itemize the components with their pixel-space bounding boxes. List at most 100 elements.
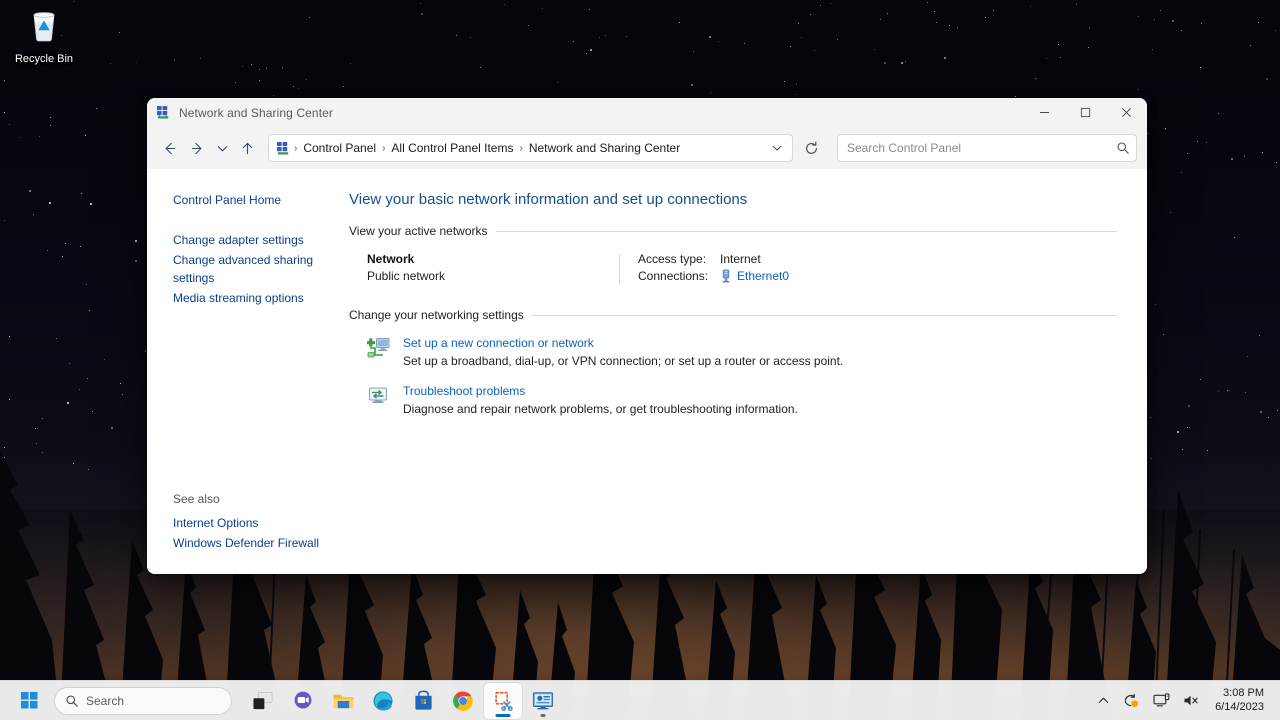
clock-date: 6/14/2023 [1215,700,1264,713]
sidebar-item-change-advanced-sharing-settings[interactable]: Change advanced sharing settings [173,251,333,287]
taskbar-tray: 3:08 PM 6/14/2023 [1091,685,1280,717]
chevron-up-icon [1098,697,1109,703]
volume-button[interactable] [1177,685,1206,717]
taskbar-item-chat[interactable] [284,683,322,719]
setting-item-body: Set up a new connection or network Set u… [403,336,1117,368]
clock-time: 3:08 PM [1223,686,1264,699]
network-sharing-center-icon [156,105,171,120]
address-bar[interactable]: › Control Panel › All Control Panel Item… [268,134,793,162]
setting-item-body: Troubleshoot problems Diagnose and repai… [403,384,1117,416]
recycle-bin-label: Recycle Bin [14,53,74,65]
ethernet-adapter-icon [720,269,732,283]
network-sharing-center-window[interactable]: Network and Sharing Center › Control Pan… [147,98,1147,574]
setting-item-title[interactable]: Troubleshoot problems [403,384,525,398]
network-name: Network [367,252,415,266]
up-button[interactable] [233,134,261,162]
chrome-icon [453,690,473,711]
snipping-tool-icon [495,691,513,711]
see-also-item-internet-options[interactable]: Internet Options [173,514,258,532]
networking-settings-heading-text: Change your networking settings [349,308,524,322]
close-button[interactable] [1106,98,1147,127]
address-bar-chevron-down-icon[interactable] [764,136,790,160]
troubleshoot-icon [367,384,403,416]
refresh-icon[interactable] [797,134,825,162]
access-type-value: Internet [720,252,761,266]
display-settings-button[interactable] [1147,685,1176,717]
new-connection-icon [366,336,403,368]
search-control-panel-input[interactable]: Search Control Panel [837,134,1137,162]
maximize-button[interactable] [1065,98,1106,127]
search-icon [65,694,79,708]
window-titlebar[interactable]: Network and Sharing Center [147,98,1147,127]
window-controls [1024,98,1147,127]
taskbar-clock[interactable]: 3:08 PM 6/14/2023 [1207,687,1270,715]
taskbar-item-control-panel[interactable] [524,683,562,719]
taskbar-search-box[interactable]: Search [54,686,232,715]
back-button[interactable] [155,134,183,162]
desktop[interactable]: Recycle Bin Network and Sharing Center ›… [0,0,1280,720]
recent-locations-chevron-down-icon[interactable] [211,134,233,162]
connections-row: Connections: Ethernet0 [638,269,789,283]
taskbar-item-file-explorer[interactable] [324,683,362,719]
forward-button[interactable] [183,134,211,162]
sidebar-item-control-panel-home[interactable]: Control Panel Home [173,191,281,209]
recycle-bin-icon [33,12,55,42]
taskbar-apps [244,682,562,719]
taskbar-left: Search [0,684,232,718]
edge-icon [373,690,393,711]
taskbar-item-task-view[interactable] [244,683,282,719]
minimize-button[interactable] [1024,98,1065,127]
active-networks-heading-text: View your active networks [349,224,488,238]
see-also-item-windows-defender-firewall[interactable]: Windows Defender Firewall [173,534,319,552]
setting-item-troubleshoot-problems[interactable]: Troubleshoot problems Diagnose and repai… [349,384,1117,416]
sidebar-item-change-adapter-settings[interactable]: Change adapter settings [173,231,304,249]
active-networks-panel: Network Public network Access type: Inte… [349,252,1117,286]
taskbar-search-placeholder: Search [86,693,125,708]
setting-item-description: Diagnose and repair network problems, or… [403,402,798,416]
window-body: Control Panel Home Change adapter settin… [147,169,1147,574]
window-toolbar[interactable]: › Control Panel › All Control Panel Item… [147,127,1147,169]
setting-item-set-up-new-connection[interactable]: Set up a new connection or network Set u… [349,336,1117,368]
connections-label: Connections: [638,269,709,283]
section-rule [531,314,1117,316]
active-network-details: Access type: Internet Connections: Ether… [620,252,789,286]
networking-settings-heading: Change your networking settings [349,308,1117,322]
network-status-button[interactable] [1117,685,1146,717]
see-also-heading: See also [173,492,220,506]
network-type: Public network [367,269,446,283]
breadcrumb-item-control-panel[interactable]: Control Panel [298,138,381,158]
connections-value-link[interactable]: Ethernet0 [737,269,789,283]
start-button[interactable] [12,684,46,718]
setting-item-description: Set up a broadband, dial-up, or VPN conn… [403,354,844,368]
chat-icon [294,691,312,709]
search-icon [1116,141,1130,155]
sidebar-item-media-streaming-options[interactable]: Media streaming options [173,289,304,307]
recycle-bin[interactable]: Recycle Bin [8,6,80,65]
window-title: Network and Sharing Center [179,105,334,120]
store-icon [414,690,432,710]
taskbar-item-store[interactable] [404,683,442,719]
main-content: View your basic network information and … [343,169,1147,574]
network-icon [1124,693,1139,708]
access-type-label: Access type: [638,252,707,266]
setting-item-title[interactable]: Set up a new connection or network [403,336,594,350]
see-also-section: See also Internet Options Windows Defend… [173,492,333,564]
section-rule [495,230,1117,232]
breadcrumb[interactable]: › Control Panel › All Control Panel Item… [293,138,764,158]
access-type-row: Access type: Internet [638,252,789,266]
show-hidden-icons-button[interactable] [1091,685,1116,717]
windows-start-icon [20,691,37,709]
file-explorer-icon [333,694,353,708]
taskbar[interactable]: Search 3:08 PM 6/14/2023 [0,680,1280,720]
taskbar-item-edge[interactable] [364,683,402,719]
breadcrumb-item-network-and-sharing-center[interactable]: Network and Sharing Center [524,138,685,158]
active-networks-heading: View your active networks [349,224,1117,238]
control-panel-icon [532,691,554,709]
sidebar: Control Panel Home Change adapter settin… [147,169,343,574]
breadcrumb-item-all-control-panel-items[interactable]: All Control Panel Items [386,138,518,158]
taskbar-item-snipping-tool[interactable] [484,682,522,719]
taskbar-item-chrome[interactable] [444,683,482,719]
page-title: View your basic network information and … [349,191,748,208]
address-bar-location-icon [276,141,291,156]
